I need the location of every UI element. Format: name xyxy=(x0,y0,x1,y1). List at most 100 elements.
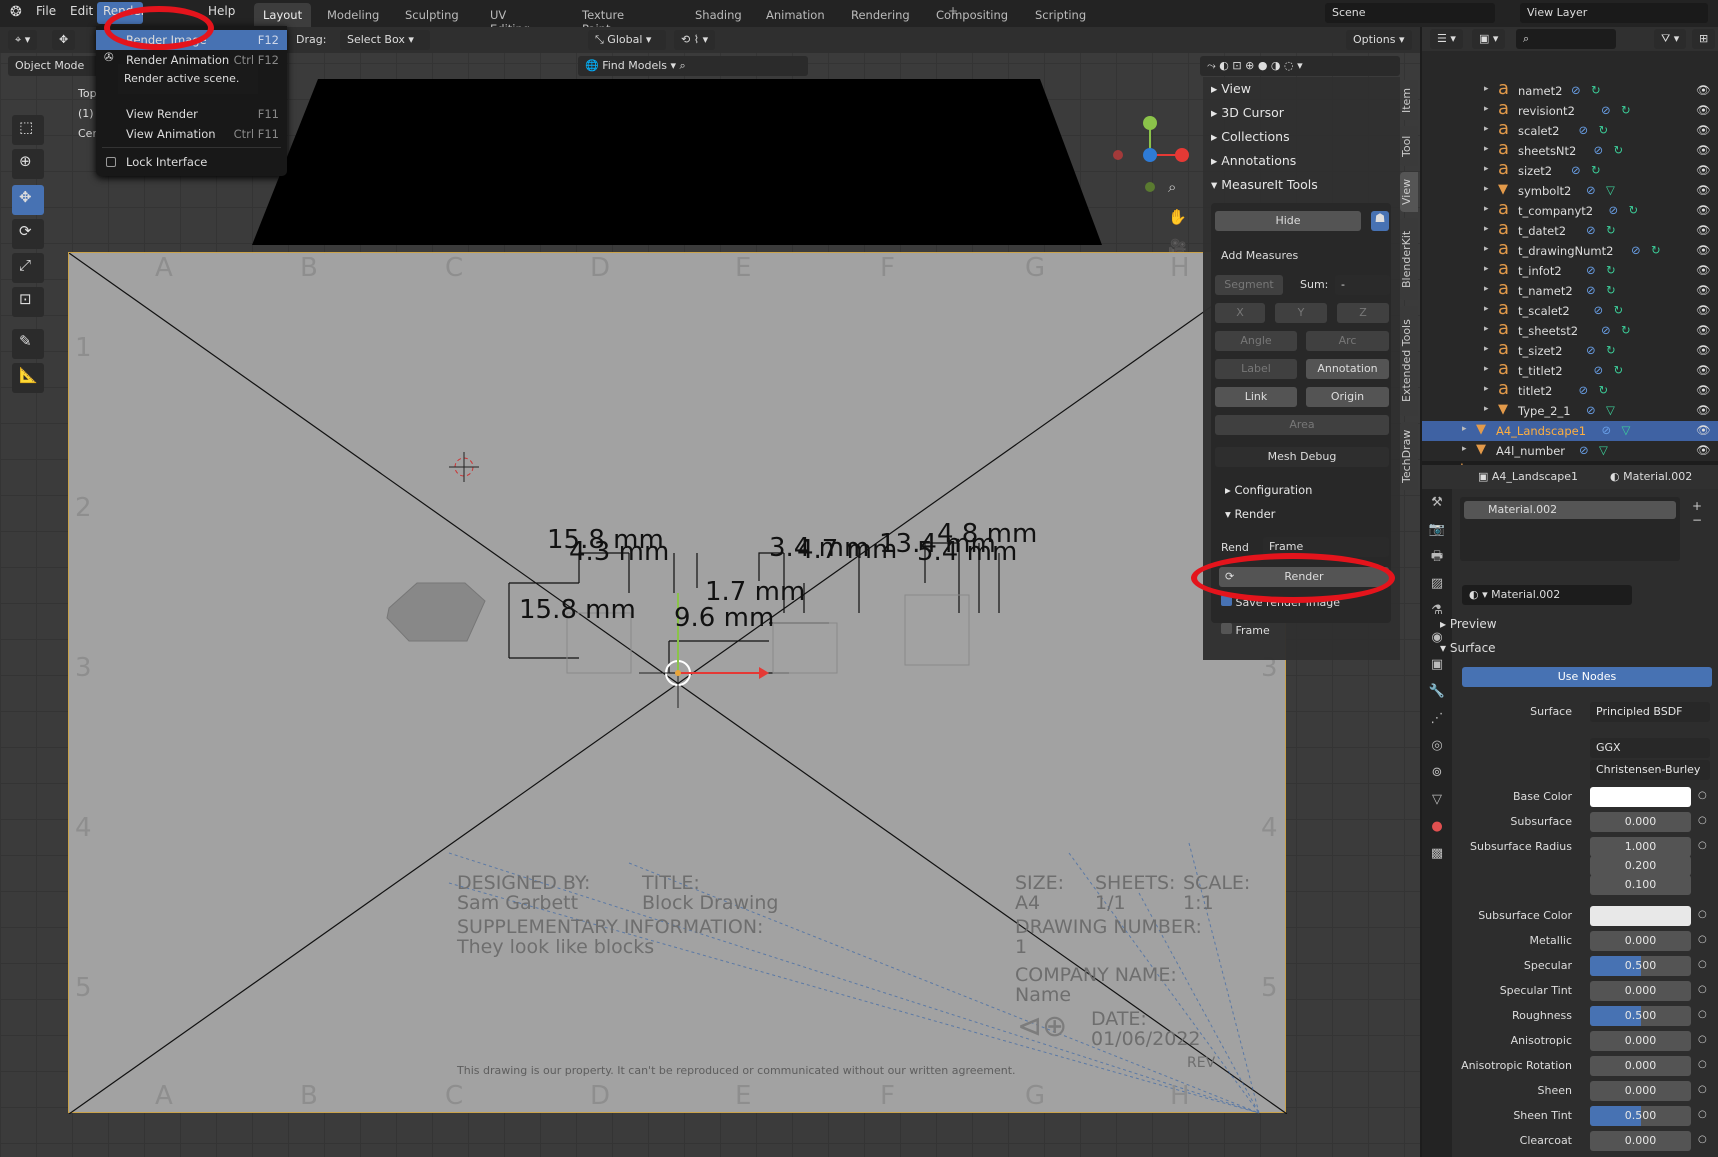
modifier-icon[interactable]: ⊘ xyxy=(1579,383,1589,397)
eye-icon[interactable]: 👁 xyxy=(1696,403,1711,417)
section-measureit[interactable]: ▾ MeasureIt Tools xyxy=(1211,177,1318,192)
sidebar-tab-view[interactable]: View xyxy=(1400,172,1418,212)
move-icon[interactable]: ✥ xyxy=(52,30,76,50)
socket-link-icon[interactable]: ○ xyxy=(1698,1034,1707,1045)
cursor-icon[interactable]: ⊕ xyxy=(12,149,44,179)
property-field-subsurface-color[interactable] xyxy=(1590,906,1691,926)
outliner-row[interactable]: ▸ a t_sizet2 ⊘ ↻ 👁 xyxy=(1422,338,1718,361)
object-name[interactable]: t_companyt2 xyxy=(1518,204,1593,218)
object-name[interactable]: sizet2 xyxy=(1518,164,1552,178)
snap-icon[interactable]: ⟲ ⌇ ▾ xyxy=(674,30,716,50)
annotation-button[interactable]: Annotation xyxy=(1306,359,1389,379)
expand-arrow-icon[interactable]: ▸ xyxy=(1484,284,1489,294)
data-icon[interactable]: ↻ xyxy=(1621,323,1631,337)
outliner-row[interactable]: ▸ a t_datet2 ⊘ ↻ 👁 xyxy=(1422,218,1718,241)
modifier-icon[interactable]: ⊘ xyxy=(1586,403,1596,417)
eye-icon[interactable]: 👁 xyxy=(1696,223,1711,237)
outliner-row[interactable]: ▸ a sheetsNt2 ⊘ ↻ 👁 xyxy=(1422,138,1718,161)
data-icon[interactable]: ▽ xyxy=(1606,403,1615,417)
material-selector[interactable]: ◐ ▾ Material.002 xyxy=(1462,585,1632,605)
object-breadcrumb[interactable]: ▣ A4_Landscape1 xyxy=(1478,470,1578,483)
outliner-row[interactable]: ▸ a t_scalet2 ⊘ ↻ 👁 xyxy=(1422,298,1718,321)
add-workspace-icon[interactable]: + xyxy=(948,4,958,18)
add-slot-icon[interactable]: + − xyxy=(1692,499,1702,527)
hide-button[interactable]: Hide xyxy=(1215,211,1361,231)
property-field-metallic[interactable]: 0.000 xyxy=(1590,931,1691,951)
data-icon[interactable]: ▽ xyxy=(1622,423,1631,437)
outliner-row[interactable]: ▸ a revisiont2 ⊘ ↻ 👁 xyxy=(1422,98,1718,121)
area-button[interactable]: Area xyxy=(1215,415,1389,435)
modifier-icon[interactable]: ⊘ xyxy=(1571,83,1581,97)
socket-link-icon[interactable]: ○ xyxy=(1698,1109,1707,1120)
object-name[interactable]: A4_Landscape1 xyxy=(1496,424,1586,438)
material-slot[interactable]: Material.002 xyxy=(1464,501,1676,519)
angle-button[interactable]: Angle xyxy=(1215,331,1297,351)
expand-arrow-icon[interactable]: ▸ xyxy=(1484,244,1489,254)
object-name[interactable]: t_sheetst2 xyxy=(1518,324,1578,338)
modifier-icon[interactable]: ⊘ xyxy=(1602,423,1612,437)
tab-sculpting[interactable]: Sculpting xyxy=(396,3,468,27)
surface-shader-select[interactable]: Principled BSDF xyxy=(1590,702,1710,722)
transform-icon[interactable]: ⊡ xyxy=(12,287,44,317)
link-button[interactable]: Link xyxy=(1215,387,1297,407)
property-field-subsurface[interactable]: 0.000 xyxy=(1590,812,1691,832)
outliner-row[interactable]: ▸ a namet2 ⊘ ↻ 👁 xyxy=(1422,78,1718,101)
eye-icon[interactable]: 👁 xyxy=(1696,263,1711,277)
property-field-clearcoat[interactable]: 0.000 xyxy=(1590,1131,1691,1151)
data-icon[interactable]: ↻ xyxy=(1614,303,1624,317)
data-icon[interactable]: ▽ xyxy=(1606,183,1615,197)
section-annotations[interactable]: ▸ Annotations xyxy=(1211,153,1296,168)
scene-selector[interactable]: Scene xyxy=(1325,3,1495,23)
eye-icon[interactable]: 👁 xyxy=(1696,143,1711,157)
object-name[interactable]: namet2 xyxy=(1518,84,1562,98)
mesh-debug-panel[interactable]: Mesh Debug xyxy=(1215,447,1389,467)
tab-uv-editing[interactable]: UV Editing xyxy=(481,3,539,36)
object-name[interactable]: t_scalet2 xyxy=(1518,304,1570,318)
drag-select[interactable]: Select Box ▾ xyxy=(340,30,430,50)
outliner-row[interactable]: ▸ a titlet2 ⊘ ↻ 👁 xyxy=(1422,378,1718,401)
modifier-icon[interactable]: ⊘ xyxy=(1609,203,1619,217)
expand-arrow-icon[interactable]: ▸ xyxy=(1484,304,1489,314)
object-name[interactable]: t_titlet2 xyxy=(1518,364,1563,378)
data-icon[interactable]: ↻ xyxy=(1599,383,1609,397)
tab-modeling[interactable]: Modeling xyxy=(318,3,388,27)
object-name[interactable]: sheetsNt2 xyxy=(1518,144,1576,158)
modifier-icon[interactable]: ⊘ xyxy=(1579,443,1589,457)
property-field-sheen-tint[interactable]: 0.500 xyxy=(1590,1106,1691,1126)
property-field-subsurface-radius-component[interactable]: 0.100 xyxy=(1590,875,1691,895)
expand-arrow-icon[interactable]: ▸ xyxy=(1484,364,1489,374)
outliner-row[interactable]: ▸ a t_infot2 ⊘ ↻ 👁 xyxy=(1422,258,1718,281)
arc-button[interactable]: Arc xyxy=(1306,331,1389,351)
modifier-icon[interactable]: ⊘ xyxy=(1586,283,1596,297)
eye-icon[interactable]: 👁 xyxy=(1696,283,1711,297)
expand-arrow-icon[interactable]: ▸ xyxy=(1484,144,1489,154)
expand-arrow-icon[interactable]: ▸ xyxy=(1484,324,1489,334)
socket-link-icon[interactable]: ○ xyxy=(1698,909,1707,920)
3d-cursor[interactable] xyxy=(449,452,479,482)
sidebar-tab-extended-tools[interactable]: Extended Tools xyxy=(1400,306,1418,416)
eye-icon[interactable]: 👁 xyxy=(1696,83,1711,97)
outliner-search-input[interactable]: ⌕ xyxy=(1516,29,1616,49)
x-button[interactable]: X xyxy=(1215,303,1265,323)
ghost-icon[interactable]: ☗ xyxy=(1371,211,1389,231)
tab-shading[interactable]: Shading xyxy=(686,3,751,27)
section-view[interactable]: ▸ View xyxy=(1211,81,1251,96)
outliner-row[interactable]: ▸ a scalet2 ⊘ ↻ 👁 xyxy=(1422,118,1718,141)
scale-icon[interactable]: ⤢ xyxy=(12,253,44,283)
sidebar-tab-item[interactable]: Item xyxy=(1400,80,1418,120)
tab-scripting[interactable]: Scripting xyxy=(1026,3,1095,27)
filter-view-icon[interactable]: ▣ ▾ xyxy=(1472,29,1506,49)
outliner-row[interactable]: ▸ a t_namet2 ⊘ ↻ 👁 xyxy=(1422,278,1718,301)
modifier-icon[interactable]: ⊘ xyxy=(1586,223,1596,237)
move-tool-icon[interactable]: ✥ xyxy=(12,185,44,215)
expand-arrow-icon[interactable]: ▸ xyxy=(1484,264,1489,274)
eye-icon[interactable]: 👁 xyxy=(1696,203,1711,217)
data-icon[interactable]: ↻ xyxy=(1621,103,1631,117)
outliner-row[interactable]: ▸ a t_sheetst2 ⊘ ↻ 👁 xyxy=(1422,318,1718,341)
outliner-row[interactable]: ▸ ▼ Type_2_1 ⊘ ▽ 👁 xyxy=(1422,401,1718,421)
modifier-icon[interactable]: ⊘ xyxy=(1586,343,1596,357)
socket-link-icon[interactable]: ○ xyxy=(1698,1009,1707,1020)
menu-item-render-animation[interactable]: ✇ Render Animation Ctrl F12 xyxy=(96,50,287,64)
expand-arrow-icon[interactable]: ▸ xyxy=(1484,404,1489,414)
eye-icon[interactable]: 👁 xyxy=(1696,103,1711,117)
